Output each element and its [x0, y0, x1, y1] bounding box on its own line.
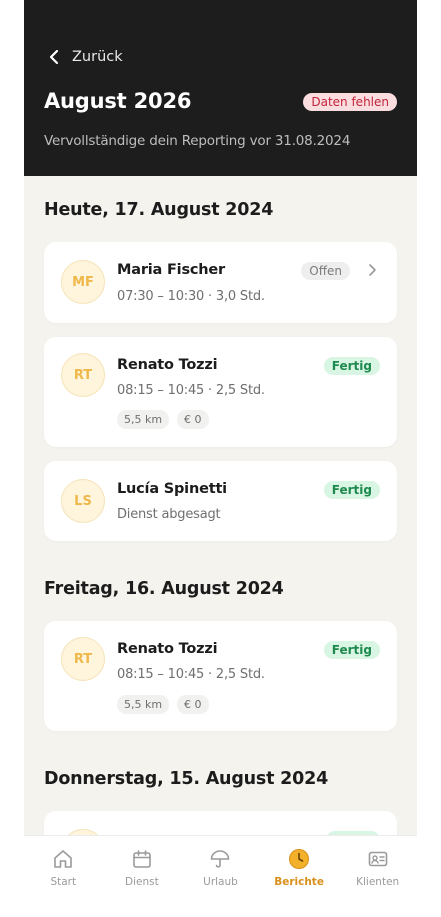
status-badge: Offen — [301, 262, 350, 280]
expense-chip: € 0 — [177, 410, 209, 429]
avatar: RT — [61, 353, 105, 397]
missing-data-badge: Daten fehlen — [303, 93, 397, 111]
day-heading: Freitag, 16. August 2024 — [44, 579, 284, 599]
client-name: Renato Tozzi — [117, 357, 218, 373]
report-card[interactable]: MF Maria Fischer 07:30 – 10:30 · 3,0 Std… — [44, 242, 397, 323]
tab-klienten[interactable]: Klienten — [338, 836, 417, 897]
avatar: RT — [61, 637, 105, 681]
home-icon — [54, 850, 73, 868]
shift-time: 07:30 – 10:30 · 3,0 Std. — [117, 289, 265, 304]
status-badge: Fertig — [323, 357, 380, 375]
report-card[interactable]: RT Renato Tozzi 08:15 – 10:45 · 2,5 Std.… — [44, 621, 397, 731]
back-button[interactable]: Zurück — [46, 48, 123, 66]
day-heading: Heute, 17. August 2024 — [44, 200, 274, 220]
status-badge: Fertig — [323, 641, 380, 659]
client-name: Lucía Spinetti — [117, 481, 227, 497]
status-badge: Fertig — [323, 481, 380, 499]
bottom-tab-bar: Start Dienst Urlaub Berichte Klienten — [24, 835, 417, 897]
client-name: Renato Tozzi — [117, 641, 218, 657]
tab-label: Dienst — [125, 876, 159, 888]
tab-dienst[interactable]: Dienst — [103, 836, 182, 897]
tab-label: Start — [50, 876, 77, 888]
contact-card-icon — [368, 851, 387, 867]
avatar: LS — [61, 479, 105, 523]
back-label: Zurück — [72, 49, 123, 65]
reporting-deadline-text: Vervollständige dein Reporting vor 31.08… — [44, 133, 351, 149]
umbrella-icon — [211, 850, 230, 868]
shift-time: 08:15 – 10:45 · 2,5 Std. — [117, 667, 265, 682]
avatar: MF — [61, 260, 105, 304]
expense-chip: € 0 — [177, 695, 209, 714]
tab-berichte[interactable]: Berichte — [260, 836, 339, 897]
tab-label: Urlaub — [203, 876, 238, 888]
report-card[interactable]: LS Lucía Spinetti Dienst abgesagt Fertig — [44, 461, 397, 541]
chevron-left-icon — [49, 49, 59, 65]
chevron-right-icon — [369, 264, 376, 276]
shift-time: 08:15 – 10:45 · 2,5 Std. — [117, 383, 265, 398]
app-screen: Zurück August 2026 Daten fehlen Vervolls… — [24, 0, 417, 897]
tab-label: Berichte — [274, 876, 324, 888]
distance-chip: 5,5 km — [117, 410, 170, 429]
tab-urlaub[interactable]: Urlaub — [181, 836, 260, 897]
clock-icon — [289, 849, 310, 869]
tab-label: Klienten — [356, 876, 400, 888]
shift-note: Dienst abgesagt — [117, 507, 221, 522]
client-name: Maria Fischer — [117, 262, 225, 278]
day-heading: Donnerstag, 15. August 2024 — [44, 769, 329, 789]
report-card[interactable]: RT Renato Tozzi 08:15 – 10:45 · 2,5 Std.… — [44, 337, 397, 447]
calendar-icon — [133, 850, 151, 868]
tab-start[interactable]: Start — [24, 836, 103, 897]
page-title: August 2026 — [44, 89, 192, 113]
distance-chip: 5,5 km — [117, 695, 170, 714]
page-header: Zurück August 2026 Daten fehlen Vervolls… — [24, 0, 417, 176]
